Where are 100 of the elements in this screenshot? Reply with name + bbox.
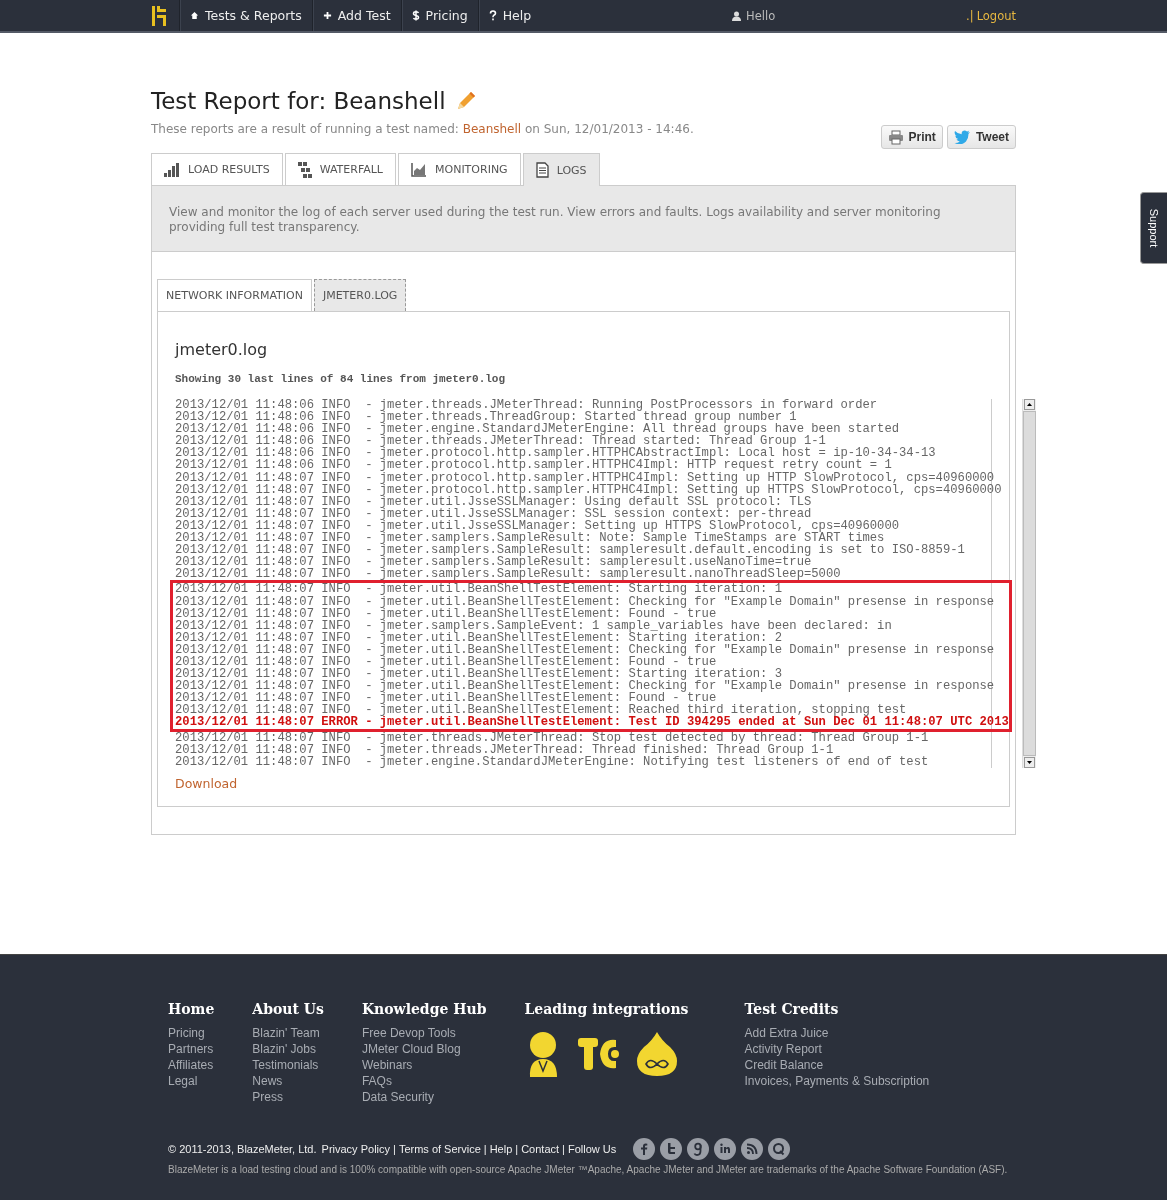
footer-legal-link[interactable]: Help [489, 1143, 513, 1155]
dollar-icon [411, 10, 420, 21]
bird-icon [953, 130, 971, 144]
log-line: 2013/12/01 11:48:07 INFO - jmeter.util.BeanShellTestElement: Starting iteration: 2 [175, 631, 784, 644]
nav-link[interactable]: Add Test [311, 0, 401, 31]
log-line: 2013/12/01 11:48:07 INFO - jmeter.samplers.SampleResult: Note: Sample TimeStamps are START times [175, 532, 885, 545]
rss-icon[interactable] [741, 1138, 764, 1160]
footer-link[interactable]: JMeter Cloud Blog [361, 1041, 487, 1057]
log-line: 2013/12/01 11:48:07 INFO - jmeter.util.BeanShellTestElement: Found - true [175, 692, 717, 705]
footer-link[interactable]: Affiliates [168, 1057, 215, 1073]
print-button[interactable]: Print [880, 125, 943, 149]
log-line: 2013/12/01 11:48:06 INFO - jmeter.threads.ThreadGroup: Started thread group number 1 [175, 411, 797, 424]
tweet-button[interactable]: Tweet [946, 125, 1016, 149]
separator-text: | [515, 1143, 519, 1155]
footer-link[interactable]: FAQs [361, 1073, 487, 1089]
log-summary: Showing 30 last lines of 84 lines from jmeter0.log [175, 373, 507, 385]
footer-link[interactable]: Blazin' Jobs [252, 1041, 324, 1057]
footer-link[interactable]: Press [252, 1089, 324, 1105]
logout-link[interactable]: Logout [976, 8, 1016, 23]
footer-legal-link[interactable]: Terms of Service [398, 1143, 481, 1155]
report-tab[interactable]: LOGS [522, 153, 600, 186]
log-line: 2013/12/01 11:48:07 INFO - jmeter.util.BeanShellTestElement: Checking for "Example Domain" presense in response [175, 643, 996, 656]
report-tab[interactable]: WATERFALL [284, 153, 396, 185]
footer-heading: Knowledge Hub [361, 1001, 487, 1017]
test-name-link[interactable]: Beanshell [462, 122, 522, 136]
dots-grid-icon [297, 161, 312, 178]
log-line: 2013/12/01 11:48:07 INFO - jmeter.util.JsseSSLManager: Using default SSL protocol: TLS [175, 495, 812, 508]
log-tab[interactable]: JMETER0.LOG [313, 279, 407, 311]
download-link[interactable]: Download [175, 775, 238, 791]
footer-link[interactable]: Testimonials [252, 1057, 324, 1073]
log-line: 2013/12/01 11:48:07 INFO - jmeter.util.BeanShellTestElement: Starting iteration: 3 [175, 668, 784, 681]
log-line: 2013/12/01 11:48:07 INFO - jmeter.util.BeanShellTestElement: Checking for "Example Domain" presense in response [175, 680, 996, 693]
google-plus-icon[interactable] [687, 1138, 710, 1160]
footer-legal-link[interactable]: Privacy Policy [321, 1143, 391, 1155]
follow-label: Follow Us [567, 1143, 617, 1155]
bar-chart-icon [164, 162, 180, 177]
area-chart-icon [411, 162, 427, 177]
footer-link[interactable]: Credit Balance [744, 1057, 930, 1073]
report-description: These reports are a result of running a test named: Beanshell on Sun, 12/01/2013 - 14:46. [151, 122, 694, 136]
footer-link[interactable]: Add Extra Juice [744, 1025, 930, 1041]
log-line: 2013/12/01 11:48:07 INFO - jmeter.protocol.http.sampler.HTTPHC4Impl: Setting up HTTP SlowProtocol, cps=40960000 [175, 471, 995, 484]
support-tab[interactable]: Support [1140, 192, 1167, 264]
user-icon [732, 10, 742, 21]
log-title: jmeter0.log [175, 340, 269, 359]
log-line: 2013/12/01 11:48:07 INFO - jmeter.util.JsseSSLManager: Setting up HTTPS SlowProtocol, cps=40960000 [175, 519, 901, 533]
log-line: 2013/12/01 11:48:06 INFO - jmeter.threads.JMeterThread: Running PostProcessors in forward order [175, 399, 879, 412]
log-line: 2013/12/01 11:48:07 INFO - jmeter.util.BeanShellTestElement: Found - true [175, 655, 717, 669]
footer-legal-link[interactable]: Contact [521, 1143, 560, 1155]
log-line: 2013/12/01 11:48:07 INFO - jmeter.util.BeanShellTestElement: Found - true [175, 607, 717, 620]
log-tab[interactable]: NETWORK INFORMATION [157, 279, 312, 311]
scroll-up-icon[interactable] [1023, 399, 1035, 410]
footer-link[interactable]: News [252, 1073, 324, 1089]
footer-link[interactable]: Pricing [168, 1025, 215, 1041]
plus-icon [322, 11, 332, 20]
log-line: 2013/12/01 11:48:06 INFO - jmeter.protocol.http.sampler.HTTPHCAbstractImpl: Local host = ip-10-34-34-13 [175, 447, 937, 460]
log-line: 2013/12/01 11:48:07 INFO - jmeter.threads.JMeterThread: Thread finished: Thread Group 1-1 [175, 743, 834, 756]
page-title: Test Report for: Beanshell [151, 88, 446, 114]
log-line: 2013/12/01 11:48:07 INFO - jmeter.engine.StandardJMeterEngine: Notifying test listeners of end of test [175, 755, 930, 768]
twitter-icon[interactable] [660, 1138, 683, 1160]
footer-link[interactable]: Webinars [361, 1057, 487, 1073]
report-tab[interactable]: MONITORING [398, 153, 521, 185]
logo-icon[interactable] [151, 4, 167, 27]
footer-link[interactable]: Activity Report [744, 1041, 930, 1057]
separator-text: | [393, 1143, 396, 1155]
footer-link[interactable]: Blazin' Team [252, 1025, 324, 1041]
printer-icon [887, 129, 904, 145]
footer-heading: Leading integrations [524, 1001, 689, 1017]
log-line: 2013/12/01 11:48:07 INFO - jmeter.samplers.SampleResult: sampleresult.nanoThreadSleep=5000 [175, 568, 842, 581]
footer-link[interactable]: Data Security [361, 1089, 487, 1105]
footer-link[interactable]: Partners [168, 1041, 215, 1057]
log-line: 2013/12/01 11:48:07 ERROR - jmeter.util.BeanShellTestElement: Test ID 394295 ended at Sun Dec 01 11:48:07 UTC 2013 [175, 716, 1009, 729]
footer-link[interactable]: Free Devop Tools [361, 1025, 487, 1041]
q-circle-icon[interactable] [768, 1138, 791, 1160]
document-icon [535, 162, 549, 178]
footer-link[interactable]: Legal [168, 1073, 215, 1089]
facebook-icon[interactable] [633, 1138, 656, 1160]
home-icon [190, 11, 199, 20]
log-line: 2013/12/01 11:48:07 INFO - jmeter.samplers.SampleEvent: 1 sample_variables have been declared: in [175, 619, 893, 632]
log-line: 2013/12/01 11:48:06 INFO - jmeter.engine.StandardJMeterEngine: All thread groups have been started [175, 423, 901, 436]
nav-link[interactable]: Pricing [400, 0, 478, 31]
separator-text: | [562, 1143, 565, 1155]
disclaimer-text: BlazeMeter is a load testing cloud and is 100% compatible with open-source Apache JMeter ™Apache, Apache JMeter and JMeter are trademarks of the Apache Software Foundation (ASF). [168, 1164, 1009, 1175]
footer-link[interactable]: Invoices, Payments & Subscription [744, 1073, 930, 1089]
log-line: 2013/12/01 11:48:07 INFO - jmeter.util.BeanShellTestElement: Starting iteration: 1 [175, 583, 784, 596]
scroll-down-icon[interactable] [1023, 756, 1035, 768]
footer-heading: Home [168, 1001, 215, 1017]
log-line: 2013/12/01 11:48:06 INFO - jmeter.protocol.http.sampler.HTTPHC4Impl: HTTP request retry count = 1 [175, 459, 892, 472]
log-line: 2013/12/01 11:48:07 INFO - jmeter.protocol.http.sampler.HTTPHC4Impl: Setting up HTTPS SlowProtocol, cps=40960000 [175, 483, 1003, 496]
log-line: 2013/12/01 11:48:07 INFO - jmeter.util.BeanShellTestElement: Checking for "Example Domain" presense in response [175, 595, 996, 608]
drop-icon[interactable] [636, 1031, 679, 1077]
report-tab[interactable]: LOAD RESULTS [151, 153, 283, 185]
linkedin-icon[interactable] [714, 1138, 737, 1160]
log-line: 2013/12/01 11:48:07 INFO - jmeter.util.BeanShellTestElement: Reached third iteration, stopping test [175, 704, 907, 717]
log-line: 2013/12/01 11:48:07 INFO - jmeter.util.JsseSSLManager: SSL session context: per-thread [175, 507, 812, 520]
logs-description: View and monitor the log of each server used during the test run. View errors and faults. Logs availability and server monitoring providing full test transparency. [169, 205, 942, 235]
nav-link[interactable]: Help [477, 0, 542, 31]
user-greeting: Hello [746, 8, 776, 23]
copyright-text: © 2011-2013, BlazeMeter, Ltd. [168, 1143, 317, 1155]
block-shape-icon[interactable] [578, 1036, 621, 1072]
nav-link[interactable]: Tests & Reports [179, 0, 312, 31]
